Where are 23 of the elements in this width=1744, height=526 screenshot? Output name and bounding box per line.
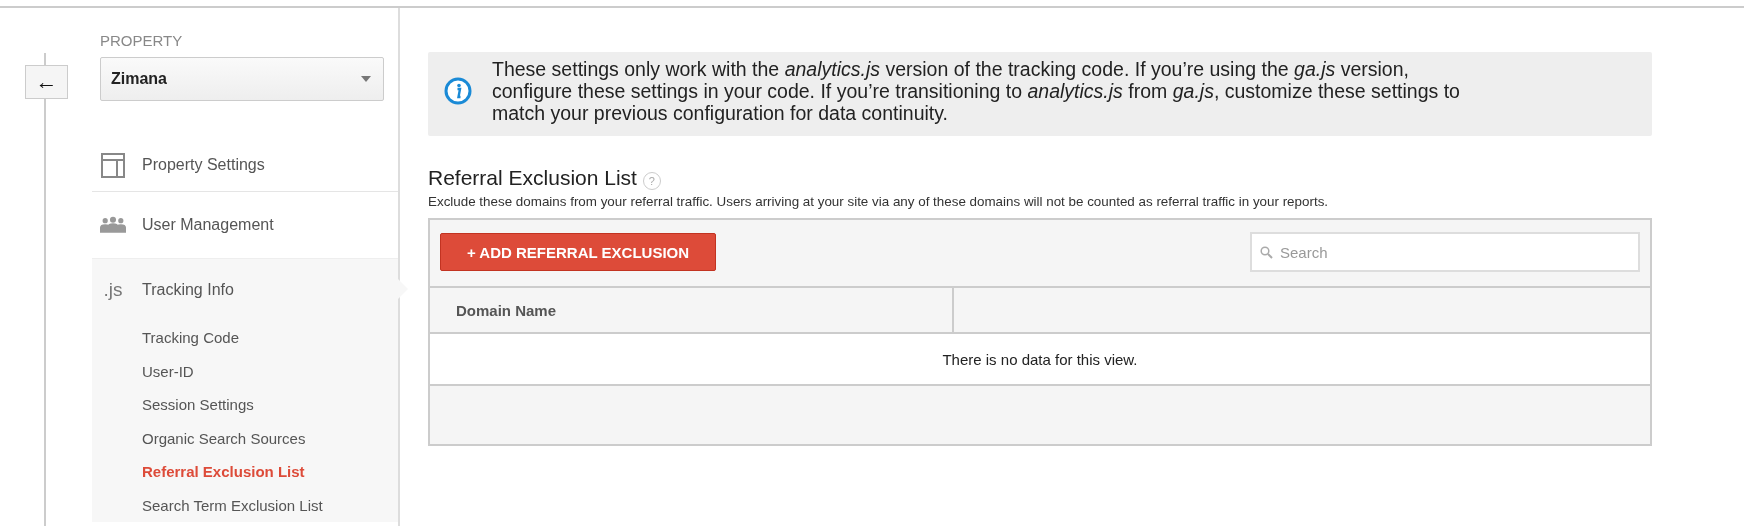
property-select[interactable]: Zimana [100, 57, 384, 101]
users-icon [100, 215, 126, 235]
nav-subitem[interactable]: Tracking Code [142, 321, 398, 355]
search-field[interactable]: Search [1250, 232, 1640, 272]
back-button[interactable]: ← [25, 65, 68, 99]
add-button[interactable]: + ADD REFERRAL EXCLUSION [440, 233, 717, 271]
section-title: Referral Exclusion List [428, 166, 637, 190]
nav-subitem[interactable]: Search Term Exclusion List [142, 488, 398, 522]
property-label: PROPERTY [100, 32, 184, 49]
section-description: Exclude these domains from your referral traffic. Users arriving at your site via any of these domains will not be counted as referral traffic in your reports. [428, 194, 1330, 209]
nav-subitem[interactable]: Referral Exclusion List [142, 455, 398, 489]
empty-message: There is no data for this view. [942, 350, 1138, 368]
layout-icon [100, 152, 126, 178]
nav-item[interactable]: Property Settings [142, 156, 265, 174]
caret-icon [361, 76, 371, 82]
nav-item[interactable]: User Management [142, 216, 274, 234]
nav-subitem[interactable]: User-ID [142, 354, 398, 388]
nav-subitem[interactable]: Session Settings [142, 388, 398, 422]
nav-subitem[interactable]: Organic Search Sources [142, 421, 398, 455]
nav-item[interactable]: Tracking Info [142, 281, 234, 299]
info-icon [444, 77, 472, 105]
js-icon: .js [100, 279, 126, 301]
notice-text: These settings only work with the analytics.js version of the tracking code. If you’re using the ga.js version, configure these settings in your code. If you’re transitioning to analytics.js from ga.js, customize these settings to match your previous configuration for data continuity. [492, 58, 1461, 124]
